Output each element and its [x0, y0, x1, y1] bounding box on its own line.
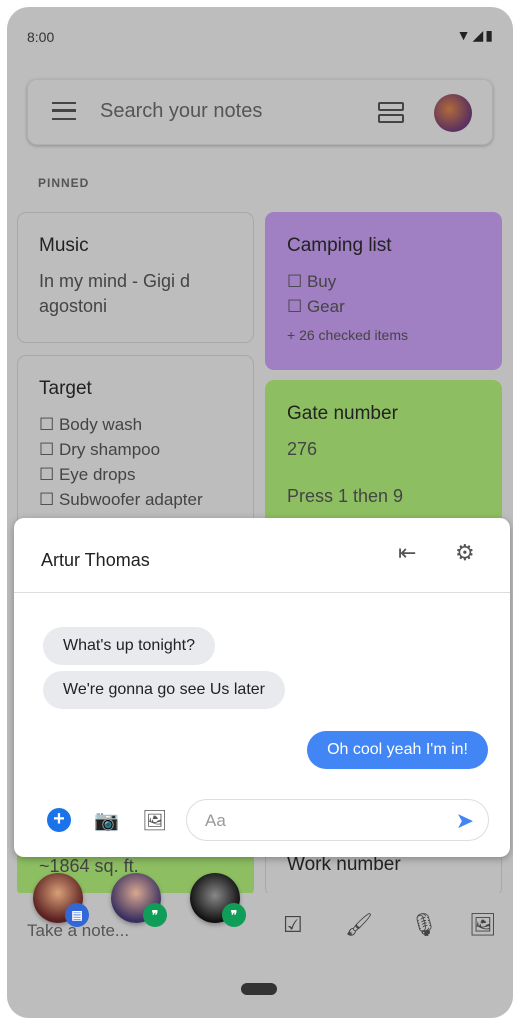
section-label: PINNED	[38, 176, 90, 190]
send-icon[interactable]: ➤	[456, 808, 474, 834]
chat-popup: Artur Thomas ⇤ ⚙ What's up tonight? We'r…	[14, 518, 510, 857]
checklist-item[interactable]: ☐ Gear	[287, 294, 480, 319]
divider	[14, 592, 510, 593]
chat-head-contact-2[interactable]: ❞	[111, 873, 167, 927]
layout-toggle-icon[interactable]	[378, 102, 404, 124]
note-title: Camping list	[287, 235, 392, 256]
hangouts-badge-icon: ❞	[222, 903, 246, 927]
note-title: Work number	[287, 854, 401, 875]
image-icon[interactable]: 🖼	[142, 808, 167, 833]
note-title: Gate number	[287, 403, 398, 424]
checklist-item[interactable]: ☐ Subwoofer adapter	[39, 487, 232, 512]
note-camping[interactable]: Camping list ☐ Buy ☐ Gear + 26 checked i…	[265, 212, 502, 370]
messages-badge-icon: ▤	[65, 903, 89, 927]
home-handle[interactable]	[241, 983, 277, 995]
chat-head-artur[interactable]: ▤	[33, 873, 89, 927]
gear-icon[interactable]: ⚙	[455, 540, 475, 566]
message-received: What's up tonight?	[43, 627, 216, 665]
chat-head-contact-3[interactable]: ❞	[190, 873, 246, 927]
search-bar[interactable]: Search your notes	[27, 79, 493, 145]
checklist-item[interactable]: ☐ Dry shampoo	[39, 437, 232, 462]
mic-icon[interactable]: 🎙	[410, 912, 438, 938]
checked-count: + 26 checked items	[287, 327, 409, 343]
message-sent: Oh cool yeah I'm in!	[307, 731, 488, 769]
message-placeholder: Aa	[205, 811, 226, 830]
message-received: We're gonna go see Us later	[43, 671, 285, 709]
search-input[interactable]: Search your notes	[100, 100, 262, 123]
message-input[interactable]: Aa ➤	[186, 799, 489, 841]
brush-icon[interactable]: 🖌	[345, 912, 373, 938]
chat-contact-name: Artur Thomas	[41, 550, 150, 570]
status-time: 8:00	[27, 29, 55, 45]
camera-icon[interactable]: 📷	[94, 808, 119, 833]
image-icon[interactable]: 🖼	[469, 912, 497, 938]
phone-screen: 8:00 ▼◢▮ Search your notes PINNED Music …	[7, 7, 513, 1018]
checklist-item[interactable]: ☐ Eye drops	[39, 462, 232, 487]
menu-icon[interactable]	[52, 102, 76, 120]
note-music[interactable]: Music In my mind - Gigi d agostoni	[17, 212, 254, 343]
note-line: Press 1 then 9	[287, 486, 404, 506]
note-line: 276	[287, 439, 318, 459]
exit-icon[interactable]: ⇤	[398, 540, 416, 566]
note-title: Music	[39, 235, 89, 256]
note-title: Target	[39, 378, 92, 399]
note-body: In my mind - Gigi d agostoni	[39, 271, 191, 316]
plus-icon[interactable]: +	[47, 808, 71, 832]
status-icons: ▼◢▮	[456, 27, 495, 43]
checklist-item[interactable]: ☐ Body wash	[39, 412, 232, 437]
checklist-item[interactable]: ☐ Buy	[287, 269, 480, 294]
checkbox-icon[interactable]: ☑	[283, 912, 303, 938]
hangouts-badge-icon: ❞	[143, 903, 167, 927]
account-avatar[interactable]	[434, 94, 472, 132]
